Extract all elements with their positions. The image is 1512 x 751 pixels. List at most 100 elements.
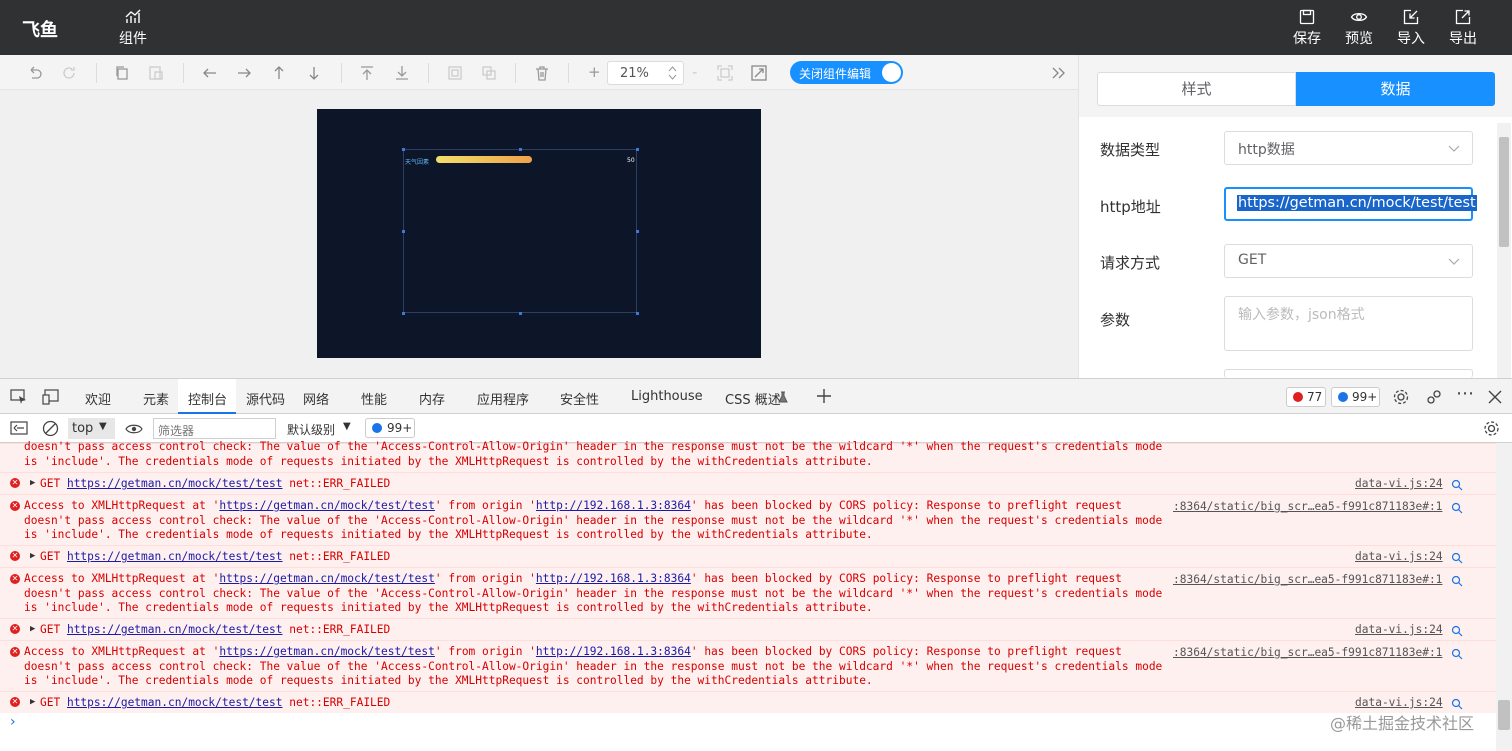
- search-icon[interactable]: [1451, 552, 1463, 564]
- undo-button[interactable]: [26, 64, 44, 82]
- import-button[interactable]: 导入: [1397, 8, 1425, 48]
- zoom-input[interactable]: 21%: [607, 61, 684, 85]
- error-count-badge[interactable]: 77: [1286, 387, 1326, 407]
- ungroup-button[interactable]: [480, 64, 498, 82]
- search-icon[interactable]: [1451, 575, 1463, 587]
- source-link[interactable]: data-vi.js:24: [1355, 623, 1443, 638]
- source-link[interactable]: data-vi.js:24: [1355, 696, 1443, 711]
- params-textarea[interactable]: 输入参数，json格式: [1224, 296, 1473, 351]
- copy-button[interactable]: [113, 64, 131, 82]
- device-toggle-icon[interactable]: [42, 389, 60, 405]
- tab-sources[interactable]: 源代码: [246, 389, 285, 408]
- tab-welcome[interactable]: 欢迎: [85, 389, 111, 408]
- source-link[interactable]: :8364/static/big_scr…ea5-f991c871183e#:1: [1173, 646, 1442, 661]
- send-bottom-button[interactable]: [393, 64, 411, 82]
- tab-style[interactable]: 样式: [1097, 72, 1296, 106]
- resize-handle[interactable]: [519, 312, 522, 315]
- move-left-button[interactable]: [201, 64, 219, 82]
- resize-handle[interactable]: [519, 148, 522, 151]
- eye-icon[interactable]: [125, 422, 143, 436]
- tab-application[interactable]: 应用程序: [477, 389, 529, 408]
- clear-console-icon[interactable]: [42, 420, 59, 437]
- console-prompt[interactable]: ›: [10, 714, 16, 730]
- connect-icon[interactable]: [1425, 388, 1443, 406]
- resize-handle[interactable]: [402, 230, 405, 233]
- cors-url-link[interactable]: https://getman.cn/mock/test/test: [219, 572, 435, 585]
- move-up-button[interactable]: [270, 64, 288, 82]
- more-icon[interactable]: ⋯: [1456, 383, 1474, 404]
- tab-network[interactable]: 网络: [303, 389, 329, 408]
- search-icon[interactable]: [1451, 698, 1463, 710]
- delete-button[interactable]: [533, 64, 551, 82]
- origin-link[interactable]: http://192.168.1.3:8364: [536, 645, 691, 658]
- tab-memory[interactable]: 内存: [419, 389, 445, 408]
- paste-button[interactable]: [147, 64, 165, 82]
- move-down-button[interactable]: [305, 64, 323, 82]
- method-select[interactable]: GET: [1224, 244, 1473, 278]
- message-count-badge[interactable]: 99+: [1331, 387, 1380, 407]
- add-tab-icon[interactable]: [816, 388, 832, 404]
- search-icon[interactable]: [1451, 625, 1463, 637]
- expand-triangle-icon[interactable]: ▶: [30, 695, 35, 710]
- console-scroll-thumb[interactable]: [1498, 700, 1510, 730]
- tab-security[interactable]: 安全性: [560, 389, 599, 408]
- tab-console[interactable]: 控制台: [188, 389, 227, 408]
- cors-url-link[interactable]: https://getman.cn/mock/test/test: [219, 645, 435, 658]
- close-icon[interactable]: [1488, 390, 1502, 404]
- group-button[interactable]: [446, 64, 464, 82]
- cors-url-link[interactable]: https://getman.cn/mock/test/test: [219, 499, 435, 512]
- issues-badge[interactable]: 99+: [365, 418, 415, 438]
- filter-input[interactable]: 筛选器: [153, 418, 276, 439]
- components-button[interactable]: 组件: [119, 8, 147, 48]
- inspect-icon[interactable]: [10, 389, 28, 405]
- search-icon[interactable]: [1451, 648, 1463, 660]
- request-url-link[interactable]: https://getman.cn/mock/test/test: [67, 550, 283, 563]
- selected-component[interactable]: [403, 149, 637, 313]
- context-select[interactable]: top ▼: [68, 418, 115, 439]
- tab-data[interactable]: 数据: [1296, 72, 1495, 106]
- fullscreen-button[interactable]: [750, 64, 768, 82]
- search-icon[interactable]: [1451, 502, 1463, 514]
- resize-handle[interactable]: [636, 148, 639, 151]
- request-url-link[interactable]: https://getman.cn/mock/test/test: [67, 623, 283, 636]
- resize-handle[interactable]: [636, 230, 639, 233]
- resize-handle[interactable]: [636, 312, 639, 315]
- resize-handle[interactable]: [402, 312, 405, 315]
- source-link[interactable]: :8364/static/big_scr…ea5-f991c871183e#:1: [1173, 573, 1442, 588]
- bring-top-button[interactable]: [358, 64, 376, 82]
- search-icon[interactable]: [1451, 479, 1463, 491]
- source-link[interactable]: data-vi.js:24: [1355, 477, 1443, 492]
- tab-lighthouse[interactable]: Lighthouse: [631, 389, 703, 404]
- component-edit-toggle[interactable]: 关闭组件编辑: [790, 61, 903, 84]
- expand-triangle-icon[interactable]: ▶: [30, 476, 35, 491]
- request-url-link[interactable]: https://getman.cn/mock/test/test: [67, 477, 283, 490]
- http-url-input[interactable]: https://getman.cn/mock/test/test: [1224, 187, 1477, 221]
- zoom-in-button[interactable]: +: [588, 63, 601, 81]
- expand-triangle-icon[interactable]: ▶: [30, 549, 35, 564]
- data-type-select[interactable]: http数据: [1224, 131, 1473, 165]
- source-link[interactable]: data-vi.js:24: [1355, 550, 1443, 565]
- log-level-select[interactable]: 默认级别: [287, 421, 335, 438]
- panel-scroll-thumb[interactable]: [1499, 137, 1509, 247]
- tab-performance[interactable]: 性能: [361, 389, 387, 408]
- save-button[interactable]: 保存: [1293, 8, 1321, 48]
- tab-elements[interactable]: 元素: [143, 389, 169, 408]
- export-button[interactable]: 导出: [1449, 8, 1477, 48]
- preview-button[interactable]: 预览: [1345, 8, 1373, 48]
- source-link[interactable]: :8364/static/big_scr…ea5-f991c871183e#:1: [1173, 500, 1442, 515]
- resize-handle[interactable]: [402, 148, 405, 151]
- zoom-out-button[interactable]: -: [692, 63, 697, 81]
- origin-link[interactable]: http://192.168.1.3:8364: [536, 572, 691, 585]
- request-url-link[interactable]: https://getman.cn/mock/test/test: [67, 696, 283, 709]
- expand-triangle-icon[interactable]: ▶: [30, 622, 35, 637]
- next-field[interactable]: [1224, 369, 1473, 378]
- gear-icon[interactable]: [1392, 388, 1410, 406]
- sidebar-toggle-icon[interactable]: [10, 421, 28, 435]
- console-settings-icon[interactable]: [1483, 420, 1500, 437]
- stepper-icon[interactable]: [668, 65, 677, 81]
- collapse-panel-button[interactable]: [1050, 64, 1068, 82]
- tab-css-overview[interactable]: CSS 概述: [725, 389, 781, 408]
- origin-link[interactable]: http://192.168.1.3:8364: [536, 499, 691, 512]
- move-right-button[interactable]: [235, 64, 253, 82]
- fit-button[interactable]: [716, 64, 734, 82]
